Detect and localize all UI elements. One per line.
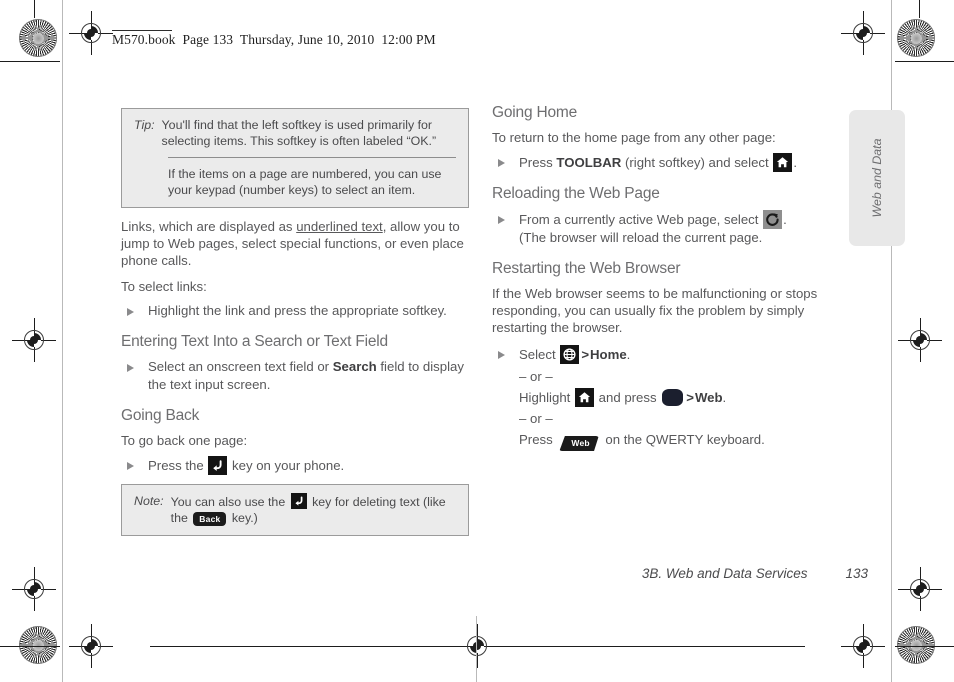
registration-crosshair-bottom-right xyxy=(841,624,885,668)
chevron-separator-2: > xyxy=(686,390,694,405)
bullet-press-toolbar: Press TOOLBAR (right softkey) and select… xyxy=(492,153,840,172)
links-paragraph: Links, which are displayed as underlined… xyxy=(121,218,469,269)
note-text-part3: key.) xyxy=(228,511,258,525)
bullet-toolbar-part1: Press xyxy=(519,155,557,170)
registration-crosshair-top-left xyxy=(69,11,113,55)
header-rule xyxy=(112,30,172,31)
heading-going-back: Going Back xyxy=(121,407,200,424)
trim-line-top-left xyxy=(0,61,60,62)
tip-paragraph-2: If the items on a page are numbered, you… xyxy=(168,167,442,197)
note-callout-box: Note: You can also use the key for delet… xyxy=(121,484,469,536)
bullet-toolbar-part2: (right softkey) and select xyxy=(621,155,773,170)
press-web-part1: Press xyxy=(519,432,557,447)
or-separator-2: – or – xyxy=(519,411,553,426)
chevron-separator-1: > xyxy=(581,347,590,362)
links-paragraph-part1: Links, which are displayed as xyxy=(121,219,297,234)
trim-line-bottom-right xyxy=(895,646,954,647)
going-home-lead: To return to the home page from any othe… xyxy=(492,130,776,145)
page-footer: 3B. Web and Data Services 133 xyxy=(492,566,868,581)
right-column: Going Home To return to the home page fr… xyxy=(492,104,840,453)
trim-line-bottom-center-left xyxy=(150,646,460,647)
side-tab-label: Web and Data xyxy=(870,138,884,218)
bullet-press-part1: Press the xyxy=(148,458,208,473)
highlight-line-part3: . xyxy=(722,390,727,405)
bullet-reload-part3: (The browser will reload the current pag… xyxy=(519,230,763,245)
bullet-press-back-key: Press the key on your phone. xyxy=(121,456,469,475)
registration-crosshair-right-middle xyxy=(898,318,942,362)
registration-starburst-top-right xyxy=(897,19,935,57)
select-globe-part2: . xyxy=(626,347,631,362)
highlight-home-press-ok-line: Highlight and press >Web. xyxy=(492,388,840,407)
bullet-highlight-link: Highlight the link and press the appropr… xyxy=(121,302,469,320)
note-text: You can also use the key for deleting te… xyxy=(171,493,456,526)
heading-going-home: Going Home xyxy=(492,104,578,121)
page-guide-right xyxy=(891,0,892,682)
heading-entering-text: Entering Text Into a Search or Text Fiel… xyxy=(121,333,388,350)
back-key-pill: Back xyxy=(193,512,227,526)
reload-icon xyxy=(763,210,783,229)
registration-starburst-bottom-left xyxy=(19,626,57,664)
restarting-paragraph: If the Web browser seems to be malfuncti… xyxy=(492,286,818,335)
back-arrow-key-icon xyxy=(208,456,228,475)
page-guide-center xyxy=(476,616,477,682)
to-go-back-lead: To go back one page: xyxy=(121,433,248,448)
tip-callout-box: Tip: You'll find that the left softkey i… xyxy=(121,108,469,208)
ok-key-icon xyxy=(662,389,684,406)
trim-line-left-vertical xyxy=(34,0,35,18)
bullet-reload-part2: . xyxy=(783,212,787,227)
bullet-toolbar-part3: . xyxy=(793,155,798,170)
bullet-highlight-link-text: Highlight the link and press the appropr… xyxy=(148,303,447,318)
trim-line-top-right xyxy=(895,61,954,62)
registration-crosshair-bottom-center xyxy=(455,624,499,668)
footer-chapter-title: 3B. Web and Data Services xyxy=(641,566,808,581)
tip-paragraph-1: You'll find that the left softkey is use… xyxy=(161,118,437,148)
registration-starburst-top-left xyxy=(19,19,57,57)
home-icon-alt xyxy=(574,388,594,407)
highlight-line-part2: and press xyxy=(594,390,661,405)
web-key-icon: Web xyxy=(559,436,599,451)
bullet-press-part2: key on your phone. xyxy=(228,458,345,473)
press-web-key-line: Press Web on the QWERTY keyboard. xyxy=(492,430,840,451)
page-header-text: M570.book Page 133 Thursday, June 10, 20… xyxy=(112,32,436,47)
trim-line-right-vertical xyxy=(919,0,920,18)
select-globe-part1: Select xyxy=(519,347,560,362)
back-arrow-key-icon-note xyxy=(290,493,307,509)
left-column: Tip: You'll find that the left softkey i… xyxy=(121,108,469,546)
page-guide-left xyxy=(62,0,63,682)
home-bold-label-1: Home xyxy=(590,347,627,362)
side-tab-web-and-data: Web and Data xyxy=(849,110,905,246)
underlined-text-sample: underlined text xyxy=(296,219,383,234)
globe-icon xyxy=(560,345,580,364)
highlight-line-part1: Highlight xyxy=(519,390,574,405)
toolbar-bold-label: TOOLBAR xyxy=(556,155,622,170)
registration-crosshair-bottom-left xyxy=(69,624,113,668)
heading-reloading-web-page: Reloading the Web Page xyxy=(492,185,660,202)
to-select-links-lead: To select links: xyxy=(121,279,207,294)
registration-starburst-bottom-right xyxy=(897,626,935,664)
home-icon xyxy=(773,153,793,172)
web-bold-label: Web xyxy=(694,390,723,405)
heading-restarting-browser: Restarting the Web Browser xyxy=(492,260,681,277)
bullet-reload-page: From a currently active Web page, select… xyxy=(492,210,840,247)
registration-crosshair-right-lower xyxy=(898,567,942,611)
trim-line-bottom-left xyxy=(0,646,60,647)
or-separator-1: – or – xyxy=(519,369,553,384)
bullet-select-text-field: Select an onscreen text field or Search … xyxy=(121,358,469,394)
tip-label: Tip: xyxy=(134,118,155,132)
registration-crosshair-left-middle xyxy=(12,318,56,362)
press-web-part2: on the QWERTY keyboard. xyxy=(601,432,765,447)
bullet-select-globe-home: Select >Home. xyxy=(492,345,840,364)
bullet-select-field-part1: Select an onscreen text field or xyxy=(148,359,333,374)
tip-divider xyxy=(168,157,456,158)
footer-page-number: 133 xyxy=(845,566,868,581)
note-text-part1: You can also use the xyxy=(170,495,289,509)
registration-crosshair-left-lower xyxy=(12,567,56,611)
note-label: Note: xyxy=(134,494,164,508)
bullet-reload-part1: From a currently active Web page, select xyxy=(519,212,763,227)
trim-line-bottom-center-right xyxy=(495,646,805,647)
registration-crosshair-top-right xyxy=(841,11,885,55)
search-bold-label: Search xyxy=(332,359,377,374)
